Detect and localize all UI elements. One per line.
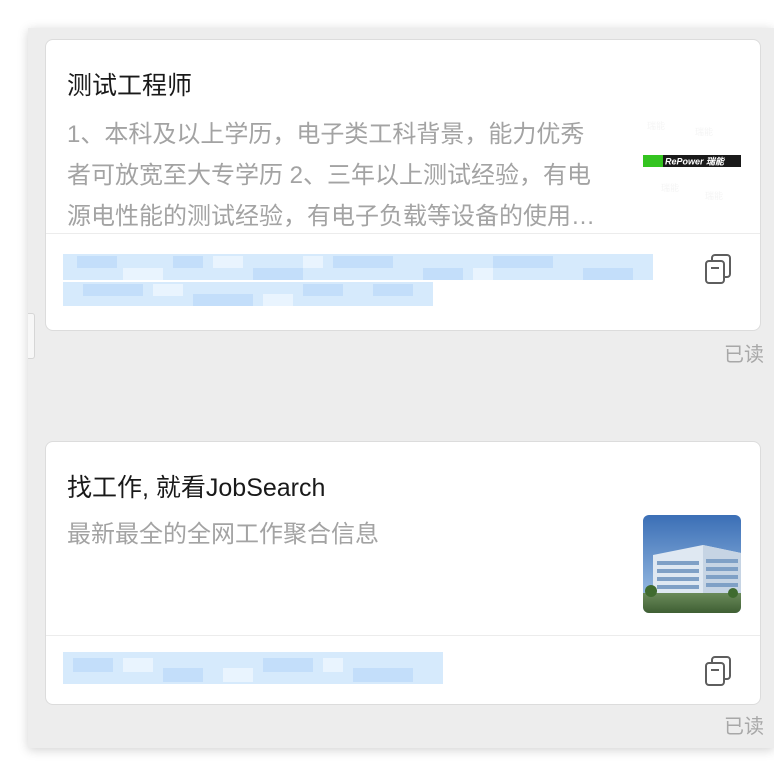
svg-text:瑞能: 瑞能: [661, 182, 679, 193]
logo-text: RePower 瑞能: [665, 157, 726, 167]
blurred-link[interactable]: [63, 652, 453, 692]
company-logo-thumbnail: 瑞能 瑞能 瑞能 瑞能 RePower 瑞能: [643, 113, 741, 211]
copy-icon[interactable]: [702, 252, 736, 286]
link-card[interactable]: 测试工程师 1、本科及以上学历，电子类工科背景，能力优秀者可放宽至大专学历 2、…: [45, 39, 761, 331]
svg-text:瑞能: 瑞能: [647, 120, 665, 131]
side-handle[interactable]: [28, 313, 35, 359]
card-body[interactable]: 测试工程师 1、本科及以上学历，电子类工科背景，能力优秀者可放宽至大专学历 2、…: [46, 40, 760, 233]
card-title: 找工作, 就看JobSearch: [67, 474, 326, 502]
card-body[interactable]: 找工作, 就看JobSearch 最新最全的全网工作聚合信息: [46, 442, 760, 635]
read-status: 已读: [724, 716, 764, 738]
blurred-link[interactable]: [63, 254, 673, 314]
building-photo-icon: [643, 515, 741, 613]
read-status: 已读: [724, 344, 764, 366]
svg-text:瑞能: 瑞能: [705, 190, 723, 201]
card-description: 最新最全的全网工作聚合信息: [67, 521, 379, 548]
card-description: 1、本科及以上学历，电子类工科背景，能力优秀者可放宽至大专学历 2、三年以上测试…: [67, 121, 595, 230]
company-logo-icon: 瑞能瑞能 瑞能瑞能 RePower 瑞能: [643, 113, 741, 211]
card-title: 测试工程师: [67, 72, 193, 100]
chat-panel: 测试工程师 1、本科及以上学历，电子类工科背景，能力优秀者可放宽至大专学历 2、…: [28, 28, 774, 748]
svg-text:瑞能: 瑞能: [695, 126, 713, 137]
link-card[interactable]: 找工作, 就看JobSearch 最新最全的全网工作聚合信息: [45, 441, 761, 705]
card-footer: [46, 234, 760, 330]
copy-icon[interactable]: [702, 654, 736, 688]
card-footer: [46, 636, 760, 704]
building-photo-thumbnail: [643, 515, 741, 613]
